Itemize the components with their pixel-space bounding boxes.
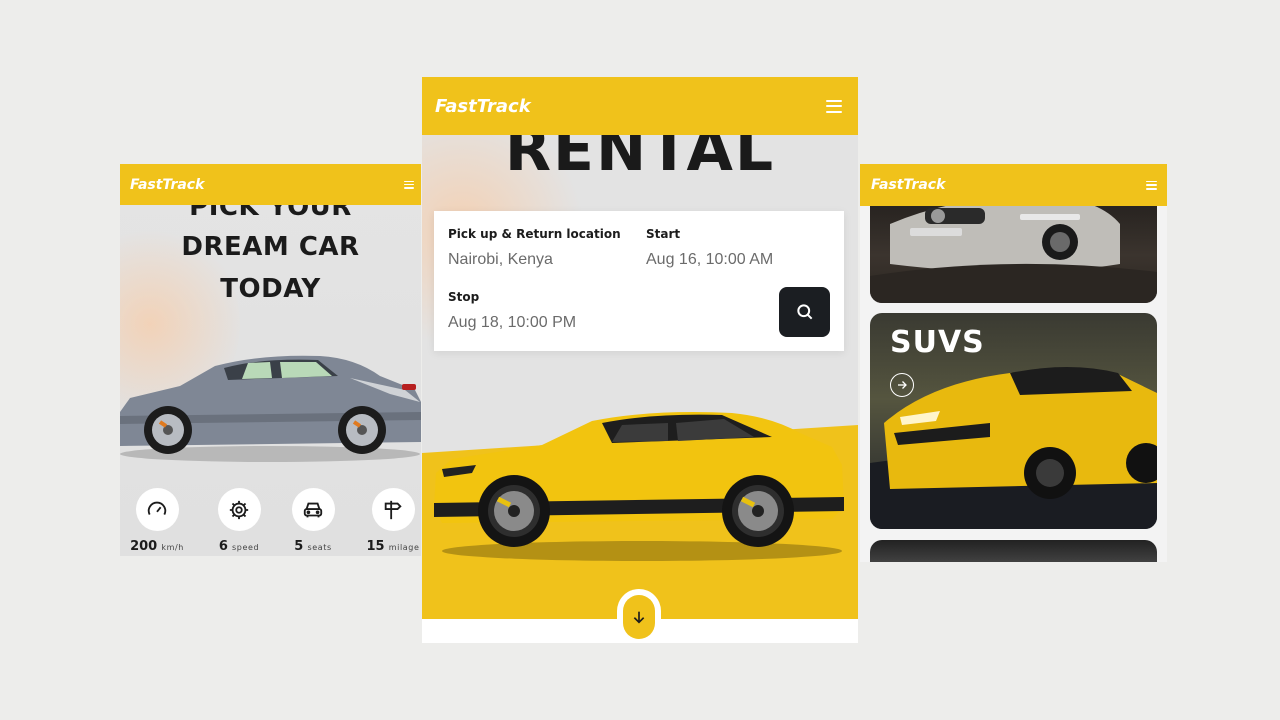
hamburger-menu-icon[interactable] bbox=[1146, 180, 1157, 190]
gear-icon bbox=[217, 488, 261, 531]
top-bar: FastTrack bbox=[422, 77, 858, 135]
scroll-down-button[interactable] bbox=[617, 589, 661, 643]
start-date-value[interactable]: Aug 16, 10:00 AM bbox=[646, 251, 773, 269]
start-date-field[interactable]: Start Aug 16, 10:00 AM bbox=[646, 227, 773, 269]
category-card[interactable] bbox=[870, 540, 1157, 562]
spec-list: 200 km/h 6 speed 5 seats 15 milage bbox=[120, 488, 421, 556]
headline-line-2: DREAM CAR bbox=[181, 232, 360, 262]
spec-label: 200 km/h bbox=[130, 539, 184, 554]
brand-logo[interactable]: FastTrack bbox=[435, 96, 531, 117]
spec-seats: 5 seats bbox=[280, 488, 346, 554]
stop-date-label: Stop bbox=[448, 290, 480, 304]
spec-milage: 15 milage bbox=[358, 488, 421, 554]
speedometer-icon bbox=[135, 488, 179, 531]
top-bar: FastTrack bbox=[120, 164, 421, 205]
spec-label: 15 milage bbox=[366, 539, 420, 554]
arrow-down-icon bbox=[633, 611, 645, 624]
arrow-right-circle-icon[interactable] bbox=[890, 373, 914, 397]
search-icon bbox=[796, 304, 812, 320]
pickup-location-value[interactable]: Nairobi, Kenya bbox=[448, 251, 621, 269]
middle-screen: RENTAL Pick up & Return location Nairobi… bbox=[422, 77, 858, 643]
start-date-label: Start bbox=[646, 227, 681, 241]
spec-label: 5 seats bbox=[294, 539, 332, 554]
yellow-suv-image bbox=[434, 412, 844, 561]
search-button[interactable] bbox=[779, 287, 830, 337]
grey-suv-image bbox=[120, 355, 421, 462]
top-bar: FastTrack bbox=[860, 164, 1167, 206]
pickup-location-field[interactable]: Pick up & Return location Nairobi, Kenya bbox=[448, 227, 621, 269]
hamburger-menu-icon[interactable] bbox=[404, 180, 414, 189]
category-card-suvs[interactable]: SUVS bbox=[870, 313, 1157, 529]
stop-date-field[interactable]: Stop Aug 18, 10:00 PM bbox=[448, 290, 576, 332]
card-title: SUVS bbox=[890, 325, 985, 360]
hamburger-menu-icon[interactable] bbox=[826, 99, 842, 113]
left-screen: PICK YOUR DREAM CAR TODAY 200 km/h 6 spe… bbox=[120, 164, 421, 556]
spec-gears: 6 speed bbox=[206, 488, 272, 554]
car-icon bbox=[291, 488, 335, 531]
stop-date-value[interactable]: Aug 18, 10:00 PM bbox=[448, 314, 576, 332]
signpost-icon bbox=[371, 488, 415, 531]
brand-logo[interactable]: FastTrack bbox=[871, 177, 945, 193]
pickup-location-label: Pick up & Return location bbox=[448, 227, 621, 241]
headline-line-3: TODAY bbox=[220, 274, 321, 304]
brand-logo[interactable]: FastTrack bbox=[130, 177, 204, 193]
booking-form: Pick up & Return location Nairobi, Kenya… bbox=[434, 211, 844, 351]
spec-label: 6 speed bbox=[218, 539, 260, 554]
spec-top-speed: 200 km/h bbox=[122, 488, 192, 554]
right-screen: SUVS FastTrack bbox=[860, 164, 1167, 562]
